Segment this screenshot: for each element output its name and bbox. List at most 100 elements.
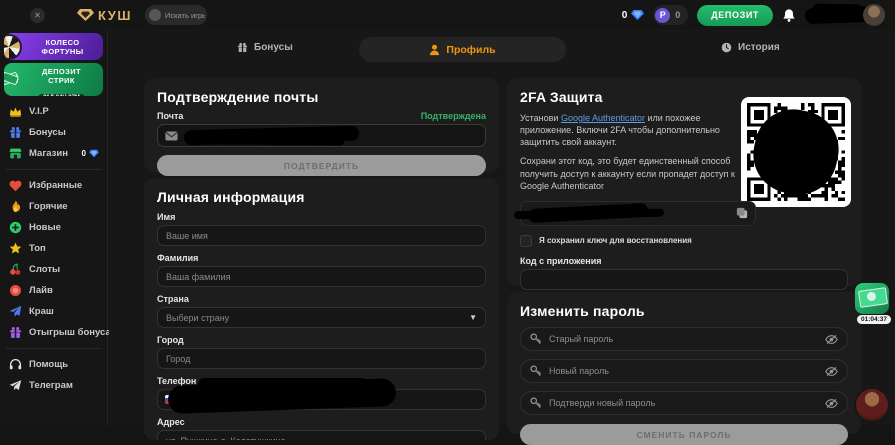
sidebar-item-help[interactable]: Помощь: [4, 354, 103, 375]
tab-history-label: История: [738, 42, 780, 53]
sidebar-item-label: Топ: [29, 243, 46, 254]
logo[interactable]: КУШ: [77, 8, 132, 23]
gift-icon: [9, 126, 22, 139]
confirm-password-field[interactable]: [549, 398, 818, 408]
sidebar-item-new[interactable]: Новые: [4, 217, 103, 238]
sidebar-item-favorites[interactable]: Избранные: [4, 175, 103, 196]
collapse-sidebar-button[interactable]: ✕: [30, 8, 45, 23]
sidebar-item-label: Магазин: [29, 148, 68, 159]
change-password-card: Изменить пароль: [507, 292, 861, 434]
personal-info-card: Личная информация Имя Фамилия Страна Выб…: [144, 178, 499, 440]
sidebar-item-vip[interactable]: V.I.P: [4, 101, 103, 122]
confirm-email-button[interactable]: ПОДТВЕРДИТЬ: [157, 155, 486, 176]
sidebar-item-bonus-wagering[interactable]: Отыгрыш бонуса: [4, 322, 103, 343]
saved-key-checkbox-label: Я сохранил ключ для восстановления: [539, 236, 692, 245]
sidebar-item-label: Телеграм: [29, 380, 73, 391]
sidebar: КОЛЕСО ФОРТУНЫ ДЕПОЗИТ СТРИК 01Д 04Ч 37М…: [0, 30, 108, 425]
twofa-qr-code: [741, 97, 851, 207]
promo-timer: 01:04:37: [857, 315, 891, 324]
copy-icon[interactable]: [736, 207, 748, 219]
support-avatar[interactable]: [856, 389, 888, 421]
eye-off-icon[interactable]: [825, 366, 838, 377]
streak-timer: 01Д 04Ч 37М: [38, 94, 85, 96]
right-column: 2FA Защита Установи Google Authenticator…: [507, 78, 861, 434]
star-icon: [9, 242, 22, 255]
address-label: Адрес: [157, 417, 486, 427]
saved-key-checkbox[interactable]: [520, 235, 532, 247]
gem-balance-value: 0: [622, 10, 628, 21]
sidebar-item-live[interactable]: Лайв: [4, 280, 103, 301]
deposit-streak-button[interactable]: ДЕПОЗИТ СТРИК 01Д 04Ч 37М: [4, 63, 103, 96]
app-code-field[interactable]: [520, 269, 848, 290]
tab-bonuses[interactable]: Бонусы: [237, 42, 293, 53]
search-input[interactable]: [165, 11, 205, 20]
close-icon: ✕: [34, 11, 41, 20]
first-name-label: Имя: [157, 212, 486, 222]
plane-icon: [9, 305, 22, 318]
country-select[interactable]: Выбери страну ▼: [157, 307, 486, 328]
streak-button-line2: СТРИК: [20, 76, 103, 85]
phone-field[interactable]: [157, 389, 486, 410]
person-icon: [429, 44, 440, 56]
sidebar-divider: [6, 169, 101, 170]
change-password-button[interactable]: СМЕНИТЬ ПАРОЛЬ: [520, 424, 848, 445]
new-password-row: [520, 359, 848, 383]
key-icon: [530, 365, 542, 377]
google-authenticator-link[interactable]: Google Authenticator: [561, 113, 645, 123]
city-field[interactable]: [157, 348, 486, 369]
sidebar-item-shop[interactable]: Магазин 0: [4, 143, 103, 164]
sidebar-item-label: Горячие: [29, 201, 68, 212]
confirm-password-row: [520, 391, 848, 415]
streak-button-line1: ДЕПОЗИТ: [20, 67, 103, 76]
app-code-label: Код с приложения: [520, 256, 848, 266]
first-name-field[interactable]: [157, 225, 486, 246]
country-label: Страна: [157, 294, 486, 304]
wheel-button-line2: ФОРТУНЫ: [22, 47, 103, 56]
currency-balance[interactable]: P 0: [653, 5, 688, 25]
tab-profile[interactable]: Профиль: [359, 37, 566, 62]
money-fan-icon: [4, 69, 20, 91]
sidebar-item-slots[interactable]: Слоты: [4, 259, 103, 280]
sidebar-item-telegram[interactable]: Телеграм: [4, 375, 103, 396]
email-field[interactable]: [157, 124, 486, 147]
gem-balance: 0: [622, 9, 645, 21]
search-bar[interactable]: [145, 5, 207, 25]
logo-text: КУШ: [98, 8, 132, 23]
sidebar-item-top[interactable]: Топ: [4, 238, 103, 259]
shop-icon: [9, 147, 22, 160]
twofa-card: 2FA Защита Установи Google Authenticator…: [507, 78, 861, 286]
email-label: Почта: [157, 111, 183, 121]
avatar[interactable]: [863, 4, 885, 26]
country-select-value: Выбери страну: [166, 313, 229, 323]
left-column: Подтверждение почты Почта Подтверждена П…: [144, 78, 499, 440]
phone-redaction-scribble: [168, 378, 397, 414]
eye-off-icon[interactable]: [825, 398, 838, 409]
sidebar-item-bonuses[interactable]: Бонусы: [4, 122, 103, 143]
headset-icon: [9, 358, 22, 371]
last-name-field[interactable]: [157, 266, 486, 287]
username-redaction-scribble: [805, 6, 872, 24]
plus-circle-icon: [9, 221, 22, 234]
deposit-button[interactable]: ДЕПОЗИТ: [697, 5, 773, 26]
currency-balance-value: 0: [675, 10, 680, 20]
cherries-icon: [9, 263, 22, 276]
wheel-of-fortune-button[interactable]: КОЛЕСО ФОРТУНЫ: [4, 33, 103, 60]
address-field[interactable]: [157, 430, 486, 440]
sidebar-item-crash[interactable]: Краш: [4, 301, 103, 322]
bell-icon[interactable]: [782, 8, 796, 23]
sidebar-item-hot[interactable]: Горячие: [4, 196, 103, 217]
sidebar-item-label: V.I.P: [29, 106, 49, 117]
key-redaction-scribble: [528, 203, 649, 223]
chevron-down-icon: ▼: [469, 313, 477, 322]
twofa-paragraph-1: Установи Google Authenticator или похоже…: [520, 112, 754, 148]
tab-history[interactable]: История: [721, 42, 780, 53]
new-password-field[interactable]: [549, 366, 818, 376]
saved-key-checkbox-row: Я сохранил ключ для восстановления: [520, 235, 848, 247]
password-card-title: Изменить пароль: [520, 303, 848, 319]
eye-off-icon[interactable]: [825, 334, 838, 345]
sidebar-item-label: Лайв: [29, 285, 53, 296]
money-promo-widget[interactable]: [855, 283, 889, 314]
old-password-field[interactable]: [549, 334, 818, 344]
gem-icon: [631, 9, 644, 21]
user-menu[interactable]: [805, 3, 887, 27]
